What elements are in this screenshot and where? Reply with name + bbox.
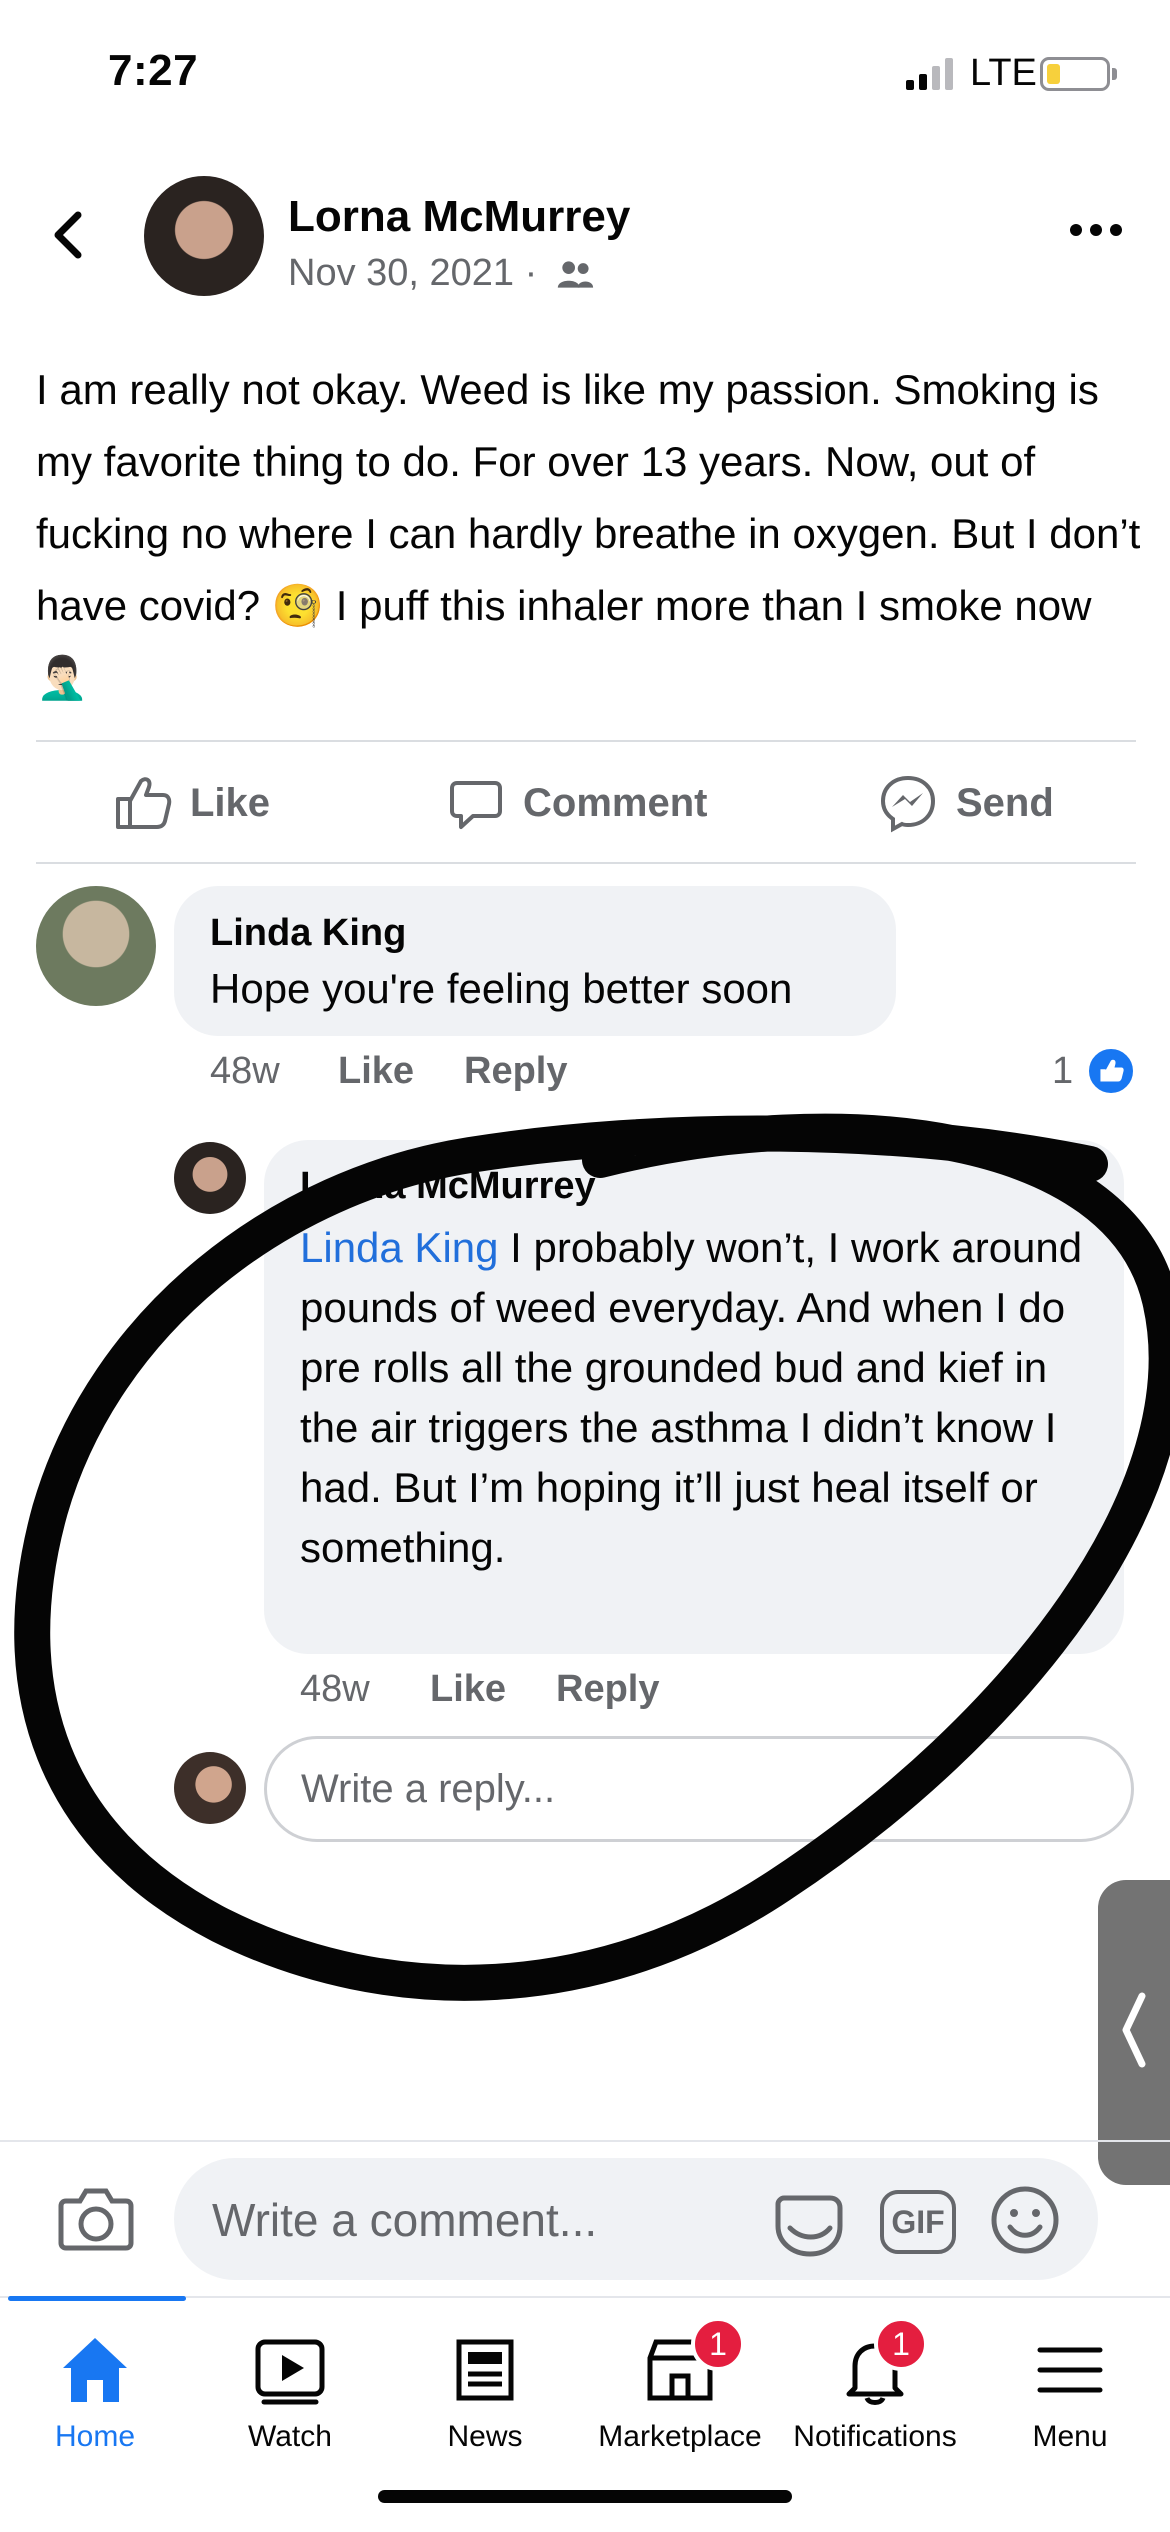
- watch-icon: [255, 2339, 325, 2405]
- composer-divider: [0, 2140, 1170, 2142]
- post-date: Nov 30, 2021 ·: [288, 252, 594, 295]
- comment-label: Comment: [523, 780, 708, 825]
- network-label: LTE: [970, 52, 1037, 94]
- news-icon: [456, 2339, 514, 2401]
- comment-button[interactable]: Comment: [445, 768, 707, 838]
- nav-marketplace-label: Marketplace: [598, 2420, 762, 2453]
- commenter-avatar[interactable]: [36, 886, 156, 1006]
- messenger-icon: [880, 775, 936, 833]
- camera-icon[interactable]: [58, 2185, 134, 2251]
- cellular-signal-icon: [906, 58, 953, 90]
- nav-menu-label: Menu: [1032, 2420, 1108, 2453]
- menu-icon: [1037, 2347, 1103, 2393]
- nav-news[interactable]: News: [390, 2320, 580, 2470]
- friends-icon: [557, 261, 593, 288]
- reply-text: Linda King I probably won’t, I work arou…: [300, 1218, 1100, 1578]
- comment-time: 48w: [210, 1050, 280, 1092]
- battery-icon: [1040, 57, 1110, 91]
- like-label: Like: [190, 780, 271, 825]
- send-label: Send: [956, 780, 1054, 825]
- comment-placeholder[interactable]: Write a comment...: [212, 2193, 597, 2247]
- nav-news-label: News: [447, 2420, 523, 2453]
- comment-bubble: [174, 886, 896, 1036]
- mention-link[interactable]: Linda King: [300, 1224, 499, 1271]
- nav-menu[interactable]: Menu: [975, 2320, 1165, 2470]
- home-indicator[interactable]: [378, 2490, 792, 2503]
- author-name[interactable]: Lorna McMurrey: [288, 192, 630, 242]
- nav-notifications-label: Notifications: [793, 2420, 957, 2453]
- back-arrow-icon[interactable]: [44, 205, 94, 265]
- current-user-avatar: [174, 1752, 246, 1824]
- reply-author-avatar[interactable]: [174, 1142, 246, 1214]
- active-tab-indicator: [8, 2296, 186, 2301]
- post-date-text: Nov 30, 2021 ·: [288, 252, 538, 294]
- reply-like-button[interactable]: Like: [430, 1668, 506, 1711]
- send-button[interactable]: Send: [878, 768, 1054, 838]
- like-reaction-icon[interactable]: [1086, 1046, 1136, 1096]
- nav-home-label: Home: [54, 2420, 136, 2453]
- nav-notifications[interactable]: 1 Notifications: [780, 2317, 970, 2470]
- gif-button[interactable]: GIF: [880, 2190, 956, 2254]
- reply-input[interactable]: Write a reply...: [264, 1736, 1134, 1842]
- thumbs-up-icon: [116, 777, 172, 829]
- sticker-icon[interactable]: [772, 2184, 846, 2258]
- nav-watch[interactable]: Watch: [195, 2320, 385, 2470]
- emoji-icon[interactable]: [990, 2185, 1060, 2255]
- reaction-count[interactable]: 1: [1052, 1050, 1073, 1093]
- author-avatar[interactable]: [144, 176, 264, 296]
- marketplace-badge: 1: [691, 2317, 745, 2371]
- reply-reply-button[interactable]: Reply: [556, 1668, 659, 1711]
- comment-bubble-icon: [450, 781, 502, 829]
- comment-author[interactable]: Linda King: [210, 912, 406, 955]
- chevron-left-icon[interactable]: [1118, 1990, 1148, 2070]
- nav-watch-label: Watch: [248, 2420, 332, 2453]
- nav-marketplace[interactable]: 1 Marketplace: [585, 2317, 775, 2470]
- reply-time: 48w: [300, 1668, 370, 1710]
- reply-body: I probably won’t, I work around pounds o…: [300, 1224, 1083, 1571]
- comment-text: Hope you're feeling better soon: [210, 965, 793, 1012]
- comment-reply-button[interactable]: Reply: [464, 1050, 567, 1093]
- like-button[interactable]: Like: [112, 768, 270, 838]
- status-time: 7:27: [108, 46, 199, 95]
- divider: [36, 740, 1136, 742]
- reply-author[interactable]: Lorna McMurrey: [300, 1165, 596, 1208]
- divider: [36, 862, 1136, 864]
- more-options-icon[interactable]: [1068, 220, 1124, 240]
- comment-like-button[interactable]: Like: [338, 1050, 414, 1093]
- home-icon: [63, 2338, 127, 2402]
- post-text: I am really not okay. Weed is like my pa…: [36, 366, 1141, 701]
- battery-tip: [1112, 68, 1117, 80]
- nav-home[interactable]: Home: [0, 2320, 190, 2470]
- notifications-badge: 1: [874, 2317, 928, 2371]
